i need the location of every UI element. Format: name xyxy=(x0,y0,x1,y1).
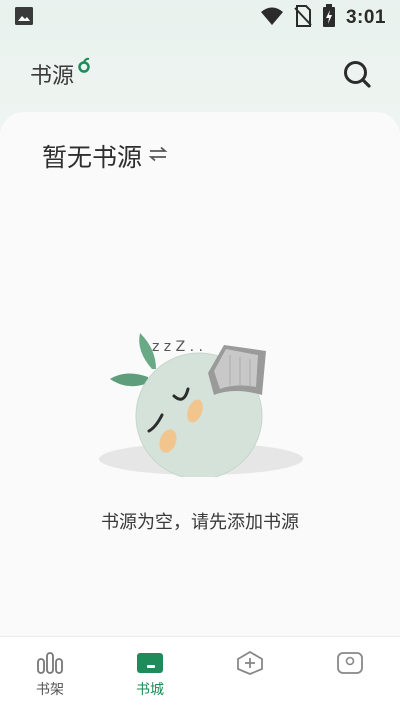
gallery-icon xyxy=(14,6,34,31)
main-content-card: 暂无书源 z z Z . . 书源为空，请先添加书源 xyxy=(0,112,400,636)
nav-label-bookshelf: 书架 xyxy=(36,682,64,698)
app-header: 书源 xyxy=(0,48,400,100)
add-icon xyxy=(237,651,263,675)
swap-arrows-icon xyxy=(148,146,168,166)
nav-item-add[interactable] xyxy=(200,637,300,711)
nav-item-bookstore[interactable]: 书城 xyxy=(100,637,200,711)
page-title: 书源 xyxy=(30,64,75,89)
nav-item-profile[interactable] xyxy=(300,637,400,711)
sprout-badge-icon xyxy=(77,57,91,77)
bookstore-icon xyxy=(137,653,163,673)
source-name: 暂无书源 xyxy=(42,143,143,172)
empty-state-message: 书源为空，请先添加书源 xyxy=(101,512,299,533)
empty-state-illustration: z z Z . . xyxy=(99,333,303,477)
bookshelf-icon xyxy=(37,652,63,674)
snore-text: z z Z . . xyxy=(152,339,203,355)
source-selector[interactable]: 暂无书源 xyxy=(42,138,168,174)
wifi-icon xyxy=(260,6,284,31)
battery-charging-icon xyxy=(322,3,336,33)
status-bar: 3:01 xyxy=(0,0,400,36)
nav-item-bookshelf[interactable]: 书架 xyxy=(0,637,100,711)
no-sim-icon xyxy=(294,4,312,32)
search-icon xyxy=(344,61,371,88)
profile-icon xyxy=(337,652,363,674)
status-time: 3:01 xyxy=(345,7,386,28)
bottom-nav: 书架 书城 xyxy=(0,636,400,711)
search-button[interactable] xyxy=(340,57,374,91)
nav-label-bookstore: 书城 xyxy=(136,682,164,698)
